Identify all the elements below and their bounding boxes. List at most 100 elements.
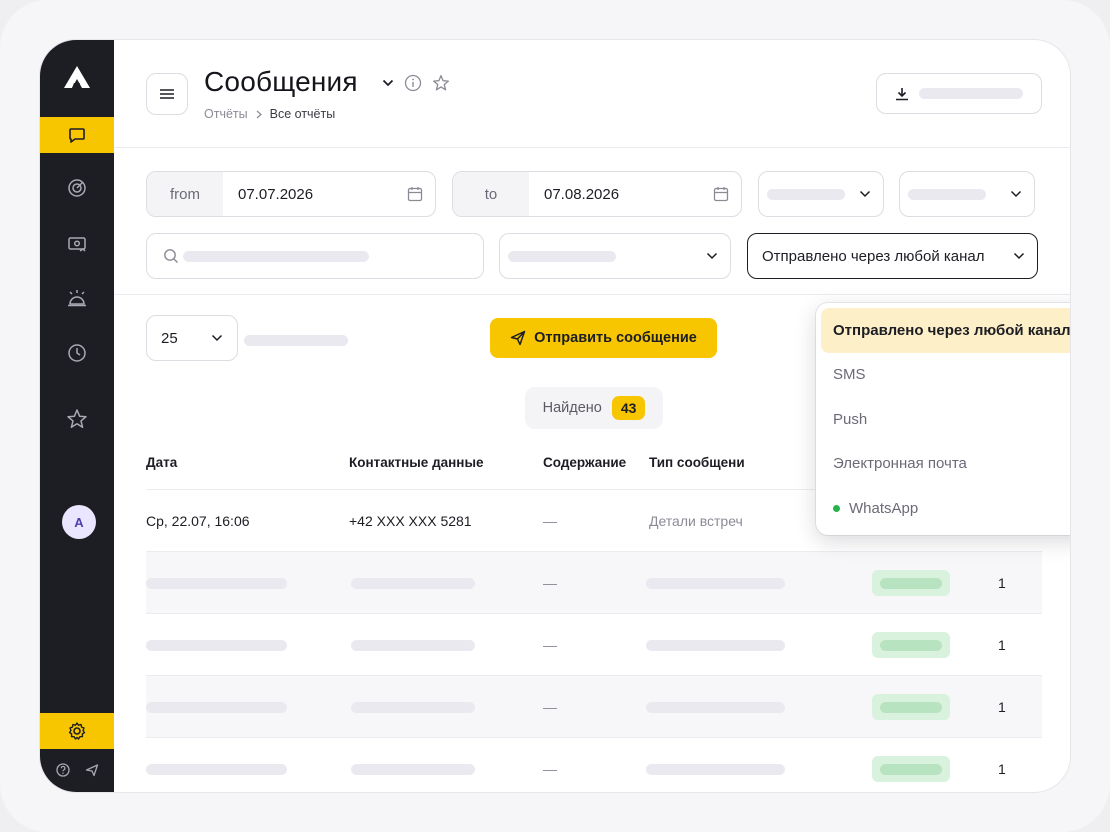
per-page-select[interactable]: 25 (146, 315, 238, 361)
sidebar-item-payments[interactable] (40, 226, 114, 262)
col-content[interactable]: Содержание (543, 455, 626, 470)
chevron-down-icon (1013, 252, 1025, 260)
menu-button[interactable] (146, 73, 188, 115)
sidebar-item-goals[interactable] (40, 170, 114, 206)
send-message-button[interactable]: Отправить сообщение (490, 318, 717, 358)
option-label: SMS (833, 366, 866, 384)
help-icon[interactable] (55, 763, 70, 777)
channel-select-value: Отправлено через любой канал (762, 247, 985, 265)
sidebar-item-history[interactable] (40, 335, 114, 371)
cell-placeholder (351, 639, 475, 651)
date-from-value[interactable]: 07.07.2026 (223, 172, 395, 216)
gear-icon (68, 722, 86, 740)
send-icon[interactable] (85, 763, 99, 777)
page-title: Сообщения (204, 66, 358, 97)
dropdown-option-push[interactable]: Push (821, 397, 1070, 442)
option-label: Push (833, 410, 868, 428)
option-label: Электронная почта (833, 455, 967, 473)
main-content: Сообщения Отчёты Все отчёты from 07.07.2… (114, 40, 1070, 792)
sidebar-item-messages[interactable] (40, 117, 114, 153)
per-page-value: 25 (161, 329, 178, 347)
col-date[interactable]: Дата (146, 455, 177, 470)
date-from-field[interactable]: from 07.07.2026 (146, 171, 436, 217)
cell-placeholder (351, 763, 475, 775)
avatar[interactable]: A (62, 505, 96, 539)
status-badge (872, 632, 950, 658)
export-label-placeholder (919, 88, 1023, 99)
cell-contact: +42 XXX XXX 5281 (349, 513, 472, 529)
date-to-label: to (453, 172, 529, 216)
search-icon (164, 249, 178, 263)
per-page-label-placeholder (244, 335, 348, 346)
date-to-field[interactable]: to 07.08.2026 (452, 171, 742, 217)
cell-count: 1 (998, 761, 1006, 777)
found-count-badge: 43 (611, 396, 646, 420)
chevron-down-icon (706, 252, 718, 260)
logo-icon (64, 66, 90, 88)
search-placeholder (183, 250, 369, 262)
info-icon[interactable] (404, 74, 422, 92)
cell-placeholder (146, 763, 287, 775)
status-badge (872, 570, 950, 596)
chevron-down-icon (859, 190, 871, 198)
chevron-down-icon[interactable] (382, 79, 394, 87)
money-icon (68, 237, 86, 252)
cell-date: Ср, 22.07, 16:06 (146, 513, 250, 529)
breadcrumb-all-reports[interactable]: Все отчёты (270, 107, 336, 121)
divider (114, 294, 1070, 295)
sidebar-item-notifications[interactable] (40, 280, 114, 316)
chevron-down-icon (211, 334, 223, 342)
select-placeholder (508, 250, 616, 262)
sidebar-footer (40, 758, 114, 782)
chevron-down-icon (1010, 190, 1022, 198)
download-icon (896, 87, 908, 100)
date-to-value[interactable]: 07.08.2026 (529, 172, 701, 216)
send-icon (510, 330, 526, 346)
dropdown-option-email[interactable]: Электронная почта (821, 442, 1070, 487)
avatar-letter: A (74, 514, 84, 530)
cell-type: Детали встреч (649, 513, 743, 529)
table-row[interactable]: — 1 (146, 613, 1042, 675)
bell-icon (68, 290, 86, 307)
calendar-icon[interactable] (713, 186, 729, 202)
export-button[interactable] (876, 73, 1042, 114)
whatsapp-status-dot (833, 504, 840, 512)
table-row[interactable]: — 1 (146, 551, 1042, 613)
col-contact[interactable]: Контактные данные (349, 455, 484, 470)
breadcrumb: Отчёты Все отчёты (204, 107, 335, 121)
breadcrumb-reports[interactable]: Отчёты (204, 107, 248, 121)
title-actions (382, 74, 450, 92)
found-counter: Найдено 43 (525, 387, 663, 429)
clock-icon (68, 344, 86, 362)
calendar-icon[interactable] (407, 186, 423, 202)
filter-select-2[interactable] (899, 171, 1035, 217)
hamburger-icon (160, 89, 174, 99)
filter-select-1[interactable] (758, 171, 884, 217)
star-icon (67, 409, 87, 429)
cell-placeholder (146, 577, 287, 589)
cell-count: 1 (998, 699, 1006, 715)
found-label: Найдено (542, 400, 602, 416)
sidebar-item-settings[interactable] (40, 713, 114, 749)
filter-select-3[interactable] (499, 233, 731, 279)
cell-count: 1 (998, 575, 1006, 591)
cell-placeholder (646, 763, 785, 775)
dropdown-option-any-channel[interactable]: Отправлено через любой канал (821, 308, 1070, 353)
option-label: Отправлено через любой канал (833, 321, 1070, 339)
dropdown-option-whatsapp[interactable]: WhatsApp (821, 486, 1070, 531)
cell-content: — (543, 699, 557, 715)
option-label: WhatsApp (849, 499, 919, 517)
select-placeholder (908, 188, 986, 200)
cell-placeholder (646, 639, 785, 651)
chevron-right-icon (256, 110, 262, 118)
dropdown-option-sms[interactable]: SMS (821, 353, 1070, 398)
app-window: A Сообщения Отчёты Все отчёты from 07.07… (40, 40, 1070, 792)
favorite-star-icon[interactable] (432, 74, 450, 92)
channel-select[interactable]: Отправлено через любой канал (747, 233, 1038, 279)
status-badge (872, 756, 950, 782)
col-type[interactable]: Тип сообщени (649, 455, 745, 470)
search-input[interactable] (146, 233, 484, 279)
sidebar-item-favorites[interactable] (40, 401, 114, 437)
table-row[interactable]: — 1 (146, 737, 1042, 792)
table-row[interactable]: — 1 (146, 675, 1042, 737)
